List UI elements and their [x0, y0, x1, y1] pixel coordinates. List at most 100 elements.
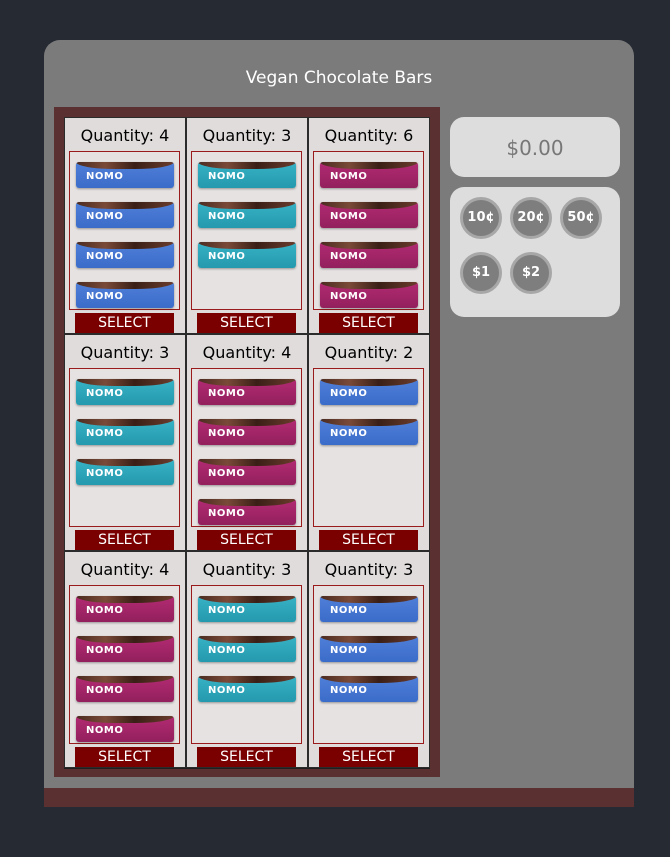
- machine-base: [44, 788, 634, 807]
- select-button[interactable]: SELECT: [75, 530, 174, 550]
- chocolate-bar: NOMO: [76, 242, 174, 268]
- bar-logo: NOMO: [330, 291, 368, 302]
- select-button[interactable]: SELECT: [197, 747, 296, 767]
- product-tray: NOMO NOMO NOMO NOMO: [191, 368, 302, 527]
- bar-logo: NOMO: [86, 291, 124, 302]
- bar-logo: NOMO: [208, 508, 246, 519]
- coin-panel: 10¢ 20¢ 50¢ $1 $2: [450, 187, 620, 317]
- coin-button[interactable]: 20¢: [510, 197, 552, 239]
- product-tray: NOMO NOMO NOMO: [69, 368, 180, 527]
- chocolate-bar: NOMO: [76, 676, 174, 702]
- bar-logo: NOMO: [208, 171, 246, 182]
- select-button[interactable]: SELECT: [75, 747, 174, 767]
- bar-logo: NOMO: [330, 685, 368, 696]
- product-slot: Quantity: 4 NOMO NOMO NOMO NOMO SELECT: [186, 334, 308, 551]
- product-tray: NOMO NOMO NOMO NOMO: [313, 151, 424, 310]
- bar-logo: NOMO: [208, 645, 246, 656]
- quantity-label: Quantity: 3: [80, 343, 170, 362]
- bar-logo: NOMO: [330, 388, 368, 399]
- select-button[interactable]: SELECT: [197, 530, 296, 550]
- coin-button[interactable]: $1: [460, 252, 502, 294]
- chocolate-bar: NOMO: [198, 242, 296, 268]
- chocolate-bar: NOMO: [76, 282, 174, 308]
- chocolate-bar: NOMO: [76, 459, 174, 485]
- product-slot: Quantity: 6 NOMO NOMO NOMO NOMO SELECT: [308, 117, 430, 334]
- chocolate-bar: NOMO: [76, 716, 174, 742]
- bar-logo: NOMO: [208, 468, 246, 479]
- bar-logo: NOMO: [330, 211, 368, 222]
- bar-logo: NOMO: [208, 605, 246, 616]
- chocolate-bar: NOMO: [320, 636, 418, 662]
- chocolate-bar: NOMO: [76, 596, 174, 622]
- product-grid: Quantity: 4 NOMO NOMO NOMO NOMO SELECT Quantit…: [64, 117, 430, 769]
- chocolate-bar: NOMO: [320, 242, 418, 268]
- bar-logo: NOMO: [86, 468, 124, 479]
- bar-logo: NOMO: [208, 211, 246, 222]
- quantity-label: Quantity: 2: [324, 343, 414, 362]
- chocolate-bar: NOMO: [76, 636, 174, 662]
- product-tray: NOMO NOMO NOMO NOMO: [69, 585, 180, 744]
- chocolate-bar: NOMO: [320, 379, 418, 405]
- bar-logo: NOMO: [208, 428, 246, 439]
- select-button[interactable]: SELECT: [75, 313, 174, 333]
- chocolate-bar: NOMO: [320, 282, 418, 308]
- bar-logo: NOMO: [330, 251, 368, 262]
- quantity-label: Quantity: 4: [80, 126, 170, 145]
- bar-logo: NOMO: [208, 251, 246, 262]
- chocolate-bar: NOMO: [198, 162, 296, 188]
- bar-logo: NOMO: [208, 388, 246, 399]
- balance-display: $0.00: [450, 117, 620, 177]
- quantity-label: Quantity: 4: [202, 343, 292, 362]
- bar-logo: NOMO: [86, 211, 124, 222]
- bar-logo: NOMO: [86, 388, 124, 399]
- chocolate-bar: NOMO: [76, 419, 174, 445]
- chocolate-bar: NOMO: [198, 676, 296, 702]
- product-slot: Quantity: 2 NOMO NOMO SELECT: [308, 334, 430, 551]
- chocolate-bar: NOMO: [320, 162, 418, 188]
- bar-logo: NOMO: [86, 251, 124, 262]
- bar-logo: NOMO: [208, 685, 246, 696]
- select-button[interactable]: SELECT: [319, 747, 418, 767]
- bar-logo: NOMO: [330, 645, 368, 656]
- chocolate-bar: NOMO: [76, 162, 174, 188]
- chocolate-bar: NOMO: [76, 379, 174, 405]
- bar-logo: NOMO: [86, 428, 124, 439]
- quantity-label: Quantity: 6: [324, 126, 414, 145]
- bar-logo: NOMO: [86, 725, 124, 736]
- chocolate-bar: NOMO: [320, 202, 418, 228]
- coin-button[interactable]: 50¢: [560, 197, 602, 239]
- product-slot: Quantity: 3 NOMO NOMO NOMO SELECT: [64, 334, 186, 551]
- select-button[interactable]: SELECT: [319, 530, 418, 550]
- chocolate-bar: NOMO: [198, 596, 296, 622]
- product-slot: Quantity: 4 NOMO NOMO NOMO NOMO SELECT: [64, 117, 186, 334]
- product-tray: NOMO NOMO NOMO: [191, 151, 302, 310]
- bar-logo: NOMO: [86, 605, 124, 616]
- product-slot: Quantity: 3 NOMO NOMO NOMO SELECT: [308, 551, 430, 768]
- quantity-label: Quantity: 3: [202, 126, 292, 145]
- product-slot: Quantity: 3 NOMO NOMO NOMO SELECT: [186, 117, 308, 334]
- coin-button[interactable]: $2: [510, 252, 552, 294]
- chocolate-bar: NOMO: [198, 499, 296, 525]
- chocolate-bar: NOMO: [198, 459, 296, 485]
- machine-title: Vegan Chocolate Bars: [245, 68, 433, 88]
- chocolate-bar: NOMO: [198, 636, 296, 662]
- product-rack: Quantity: 4 NOMO NOMO NOMO NOMO SELECT Quantit…: [54, 107, 440, 777]
- product-slot: Quantity: 3 NOMO NOMO NOMO SELECT: [186, 551, 308, 768]
- bar-logo: NOMO: [330, 428, 368, 439]
- chocolate-bar: NOMO: [320, 419, 418, 445]
- select-button[interactable]: SELECT: [197, 313, 296, 333]
- product-tray: NOMO NOMO NOMO: [313, 585, 424, 744]
- product-tray: NOMO NOMO NOMO NOMO: [69, 151, 180, 310]
- chocolate-bar: NOMO: [198, 202, 296, 228]
- quantity-label: Quantity: 4: [80, 560, 170, 579]
- product-tray: NOMO NOMO: [313, 368, 424, 527]
- chocolate-bar: NOMO: [320, 676, 418, 702]
- chocolate-bar: NOMO: [198, 379, 296, 405]
- quantity-label: Quantity: 3: [202, 560, 292, 579]
- bar-logo: NOMO: [86, 685, 124, 696]
- coin-button[interactable]: 10¢: [460, 197, 502, 239]
- bar-logo: NOMO: [330, 605, 368, 616]
- bar-logo: NOMO: [86, 171, 124, 182]
- chocolate-bar: NOMO: [198, 419, 296, 445]
- select-button[interactable]: SELECT: [319, 313, 418, 333]
